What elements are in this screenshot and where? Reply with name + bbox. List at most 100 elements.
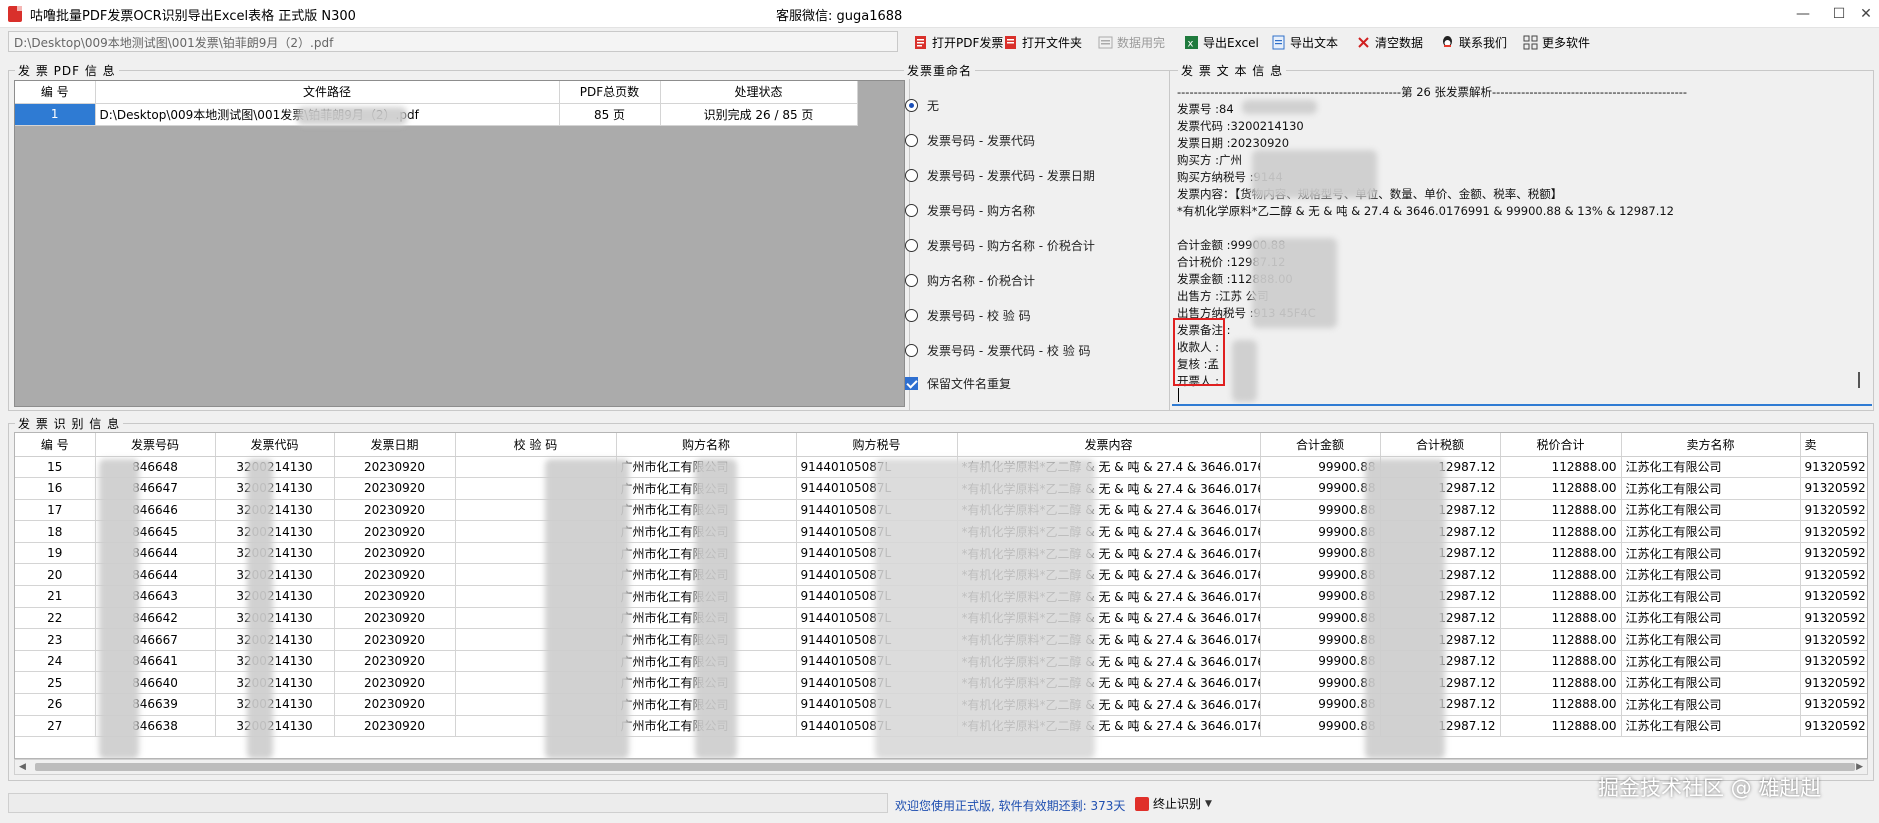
grid-col-buyer-tax[interactable]: 购方税号 — [796, 433, 958, 457]
row-amount: 99900.88 — [1260, 671, 1381, 695]
rename-option-none[interactable]: 无 — [905, 97, 939, 114]
text-line: 发票代码 :3200214130 — [1177, 119, 1304, 133]
svg-text:x: x — [1188, 38, 1194, 49]
contact-us-label: 联系我们 — [1459, 35, 1508, 50]
invoice-text-area[interactable]: ----------------------------------------… — [1172, 80, 1872, 406]
grid-horizontal-scrollbar[interactable]: ◀ ▶ — [14, 759, 1868, 775]
pdf-col-pages[interactable]: PDF总页数 — [559, 81, 661, 104]
row-amount: 99900.88 — [1260, 628, 1381, 651]
grid-col-buyer-name[interactable]: 购方名称 — [616, 433, 797, 457]
maximize-button[interactable]: ☐ — [1825, 0, 1853, 28]
row-seller-tax: 91320592 — [1800, 693, 1867, 716]
text-info-title: 发 票 文 本 信 息 — [1178, 62, 1287, 79]
row-seller-tax: 91320592 — [1800, 715, 1867, 738]
grid-col-content[interactable]: 发票内容 — [957, 433, 1261, 457]
scroll-right-icon[interactable]: ▶ — [1856, 762, 1863, 772]
grid-col-invoice-code[interactable]: 发票代码 — [215, 433, 335, 457]
minimize-button[interactable]: — — [1781, 0, 1825, 28]
scroll-left-icon[interactable]: ◀ — [19, 762, 26, 772]
pdf-info-title: 发 票 PDF 信 息 — [15, 62, 119, 79]
dropdown-arrow-icon[interactable]: ▼ — [1205, 799, 1212, 809]
stop-recognition-button[interactable]: 终止识别 ▼ — [1135, 795, 1212, 812]
row-seller-tax: 91320592 — [1800, 563, 1867, 587]
app-icon — [8, 6, 22, 22]
row-seller-tax: 91320592 — [1800, 585, 1867, 608]
row-seller-tax: 91320592 — [1800, 650, 1867, 673]
grid-col-seller-tax[interactable]: 卖 — [1800, 433, 1867, 457]
text-scrollbar[interactable] — [1858, 372, 1860, 388]
row-seller-tax: 91320592 — [1800, 456, 1867, 479]
clear-data-button[interactable]: 清空数据 — [1356, 31, 1423, 53]
scrollbar-thumb[interactable] — [35, 763, 1855, 771]
rename-option-no-code-date[interactable]: 发票号码 - 发票代码 - 发票日期 — [905, 167, 1095, 184]
row-seller-name: 江苏化工有限公司 — [1621, 477, 1801, 500]
highlight-box — [1173, 318, 1225, 386]
row-amount: 99900.88 — [1260, 499, 1381, 522]
row-invoice-code: 3200214130 — [215, 715, 335, 738]
close-button[interactable]: ✕ — [1853, 0, 1879, 28]
pdf-row[interactable]: 1 D:\Desktop\009本地测试图\001发票\铂菲朗9月（2）.pdf… — [15, 103, 858, 126]
invoice-grid[interactable]: 编 号 发票号码 发票代码 发票日期 校 验 码 购方名称 购方税号 发票内容 … — [14, 432, 1868, 759]
pdf-list[interactable]: 编 号 文件路径 PDF总页数 处理状态 1 D:\Desktop\009本地测… — [14, 80, 905, 407]
rename-option-no-buyer[interactable]: 发票号码 - 购方名称 — [905, 202, 1035, 219]
pdf-row-status: 识别完成 26 / 85 页 — [660, 103, 858, 126]
keep-duplicate-checkbox[interactable]: 保留文件名重复 — [905, 375, 1011, 392]
rename-option-no-code[interactable]: 发票号码 - 发票代码 — [905, 132, 1035, 149]
row-seller-name: 江苏化工有限公司 — [1621, 563, 1801, 587]
rename-option-buyer-total[interactable]: 购方名称 - 价税合计 — [905, 272, 1035, 289]
row-date: 20230920 — [334, 477, 456, 500]
grid-col-invoice-no[interactable]: 发票号码 — [95, 433, 216, 457]
open-pdf-button[interactable]: 打开PDF发票 — [913, 31, 1003, 53]
pdf-col-no[interactable]: 编 号 — [15, 81, 96, 104]
text-line: 发票号 :84 — [1177, 102, 1234, 116]
export-text-button[interactable]: 导出文本 — [1271, 31, 1338, 53]
row-no: 23 — [15, 628, 96, 651]
row-no: 27 — [15, 715, 96, 738]
blur-mask — [695, 459, 737, 758]
grid-col-check-code[interactable]: 校 验 码 — [455, 433, 617, 457]
row-seller-name: 江苏化工有限公司 — [1621, 499, 1801, 522]
row-total: 112888.00 — [1500, 563, 1622, 587]
data-used-button[interactable]: 数据用完 — [1098, 31, 1165, 53]
row-amount: 99900.88 — [1260, 477, 1381, 500]
export-excel-label: 导出Excel — [1203, 35, 1259, 50]
more-software-button[interactable]: 更多软件 — [1523, 31, 1590, 53]
rename-option-no-buyer-total[interactable]: 发票号码 - 购方名称 - 价税合计 — [905, 237, 1095, 254]
row-invoice-code: 3200214130 — [215, 650, 335, 673]
text-line: 发票日期 :20230920 — [1177, 136, 1290, 150]
pdf-col-status[interactable]: 处理状态 — [660, 81, 858, 104]
data-icon — [1098, 35, 1113, 50]
file-path-field[interactable]: D:\Desktop\009本地测试图\001发票\铂菲朗9月（2）.pdf — [8, 31, 898, 52]
row-invoice-code: 3200214130 — [215, 563, 335, 587]
blur-mask — [545, 459, 629, 758]
pdf-col-path[interactable]: 文件路径 — [95, 81, 560, 104]
grid-col-amount[interactable]: 合计金额 — [1260, 433, 1381, 457]
grid-col-seller-name[interactable]: 卖方名称 — [1621, 433, 1801, 457]
grid-col-total[interactable]: 税价合计 — [1500, 433, 1622, 457]
contact-us-button[interactable]: 联系我们 — [1440, 31, 1507, 53]
option-label: 发票号码 - 发票代码 - 校 验 码 — [927, 344, 1091, 358]
row-invoice-code: 3200214130 — [215, 585, 335, 608]
grid-col-date[interactable]: 发票日期 — [334, 433, 456, 457]
row-seller-name: 江苏化工有限公司 — [1621, 542, 1801, 565]
row-date: 20230920 — [334, 650, 456, 673]
row-no: 25 — [15, 671, 96, 695]
export-text-label: 导出文本 — [1290, 35, 1339, 50]
grid-icon — [1523, 35, 1538, 50]
row-date: 20230920 — [334, 693, 456, 716]
clear-icon — [1356, 35, 1371, 50]
grid-col-no[interactable]: 编 号 — [15, 433, 96, 457]
row-invoice-code: 3200214130 — [215, 607, 335, 630]
row-seller-name: 江苏化工有限公司 — [1621, 650, 1801, 673]
status-message: 欢迎您使用正式版, 软件有效期还剩: 373天 — [895, 799, 1126, 813]
stop-icon — [1135, 796, 1149, 811]
rename-option-no-code-check[interactable]: 发票号码 - 发票代码 - 校 验 码 — [905, 342, 1091, 359]
rename-option-no-check[interactable]: 发票号码 - 校 验 码 — [905, 307, 1031, 324]
row-invoice-code: 3200214130 — [215, 542, 335, 565]
open-folder-button[interactable]: 打开文件夹 — [1003, 31, 1082, 53]
export-excel-button[interactable]: x 导出Excel — [1184, 31, 1259, 53]
row-total: 112888.00 — [1500, 671, 1622, 695]
grid-col-tax[interactable]: 合计税额 — [1380, 433, 1501, 457]
open-pdf-icon — [913, 35, 928, 50]
row-amount: 99900.88 — [1260, 520, 1381, 543]
